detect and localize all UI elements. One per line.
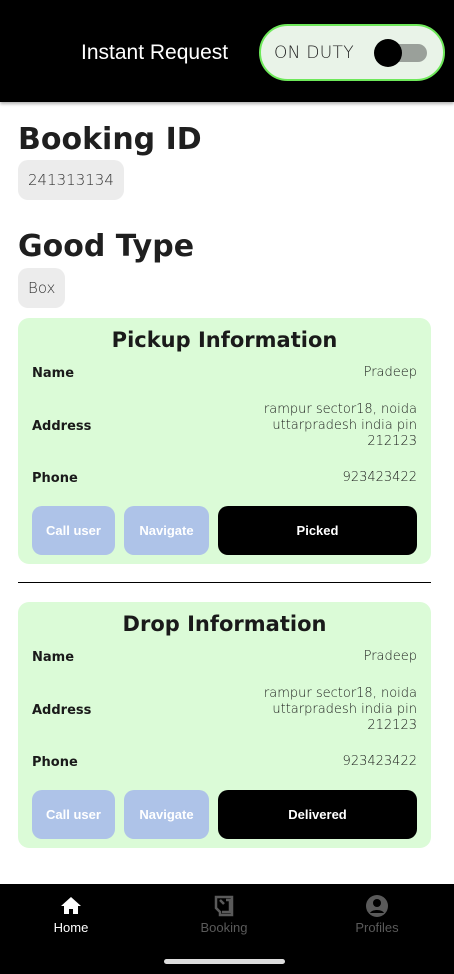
- name-value: Pradeep: [363, 649, 417, 664]
- duty-label: ON DUTY: [274, 42, 354, 63]
- picked-button[interactable]: Picked: [218, 506, 417, 555]
- address-label: Address: [32, 702, 92, 718]
- switch-knob[interactable]: [374, 39, 402, 67]
- nav-home[interactable]: Home: [21, 894, 121, 935]
- name-value: Pradeep: [363, 365, 417, 380]
- booking-id-heading: Booking ID: [18, 122, 202, 157]
- home-icon: [61, 897, 81, 914]
- call-user-button[interactable]: Call user: [32, 506, 115, 555]
- phone-label: Phone: [32, 470, 78, 486]
- top-bar: Instant Request ON DUTY: [0, 0, 454, 102]
- nav-profiles[interactable]: Profiles: [327, 894, 427, 935]
- profile-icon: [366, 895, 388, 917]
- phone-label: Phone: [32, 754, 78, 770]
- nav-profiles-label: Profiles: [355, 920, 399, 935]
- address-label: Address: [32, 418, 92, 434]
- divider: [18, 582, 431, 583]
- header-title: Instant Request: [81, 41, 229, 64]
- navigate-button[interactable]: Navigate: [124, 506, 209, 555]
- drop-card: Drop Information Name Pradeep Address ramp…: [18, 602, 431, 848]
- phone-value: 923423422: [342, 470, 417, 485]
- name-label: Name: [32, 365, 75, 381]
- nav-home-label: Home: [53, 920, 89, 935]
- drop-title: Drop Information: [122, 612, 327, 636]
- address-value: rampur sector18, noida uttarpradesh indi…: [263, 402, 417, 449]
- pickup-card: Pickup Information Name Pradeep Address ra…: [18, 318, 431, 564]
- nav-booking[interactable]: Booking: [174, 894, 274, 935]
- nav-booking-label: Booking: [200, 920, 248, 935]
- good-type-heading: Good Type: [18, 229, 195, 264]
- delivered-button[interactable]: Delivered: [218, 790, 417, 839]
- navigate-button[interactable]: Navigate: [124, 790, 209, 839]
- duty-toggle[interactable]: ON DUTY: [259, 24, 445, 81]
- good-type-value: Box: [18, 268, 66, 308]
- call-user-button[interactable]: Call user: [32, 790, 115, 839]
- phone-value: 923423422: [342, 754, 417, 769]
- booking-icon: [214, 895, 234, 917]
- booking-id-value: 241313134: [18, 160, 124, 200]
- pickup-title: Pickup Information: [111, 328, 338, 352]
- home-indicator: [164, 959, 285, 964]
- name-label: Name: [32, 649, 75, 665]
- bottom-nav: Home Booking Profiles: [0, 884, 454, 974]
- address-value: rampur sector18, noida uttarpradesh indi…: [263, 686, 417, 733]
